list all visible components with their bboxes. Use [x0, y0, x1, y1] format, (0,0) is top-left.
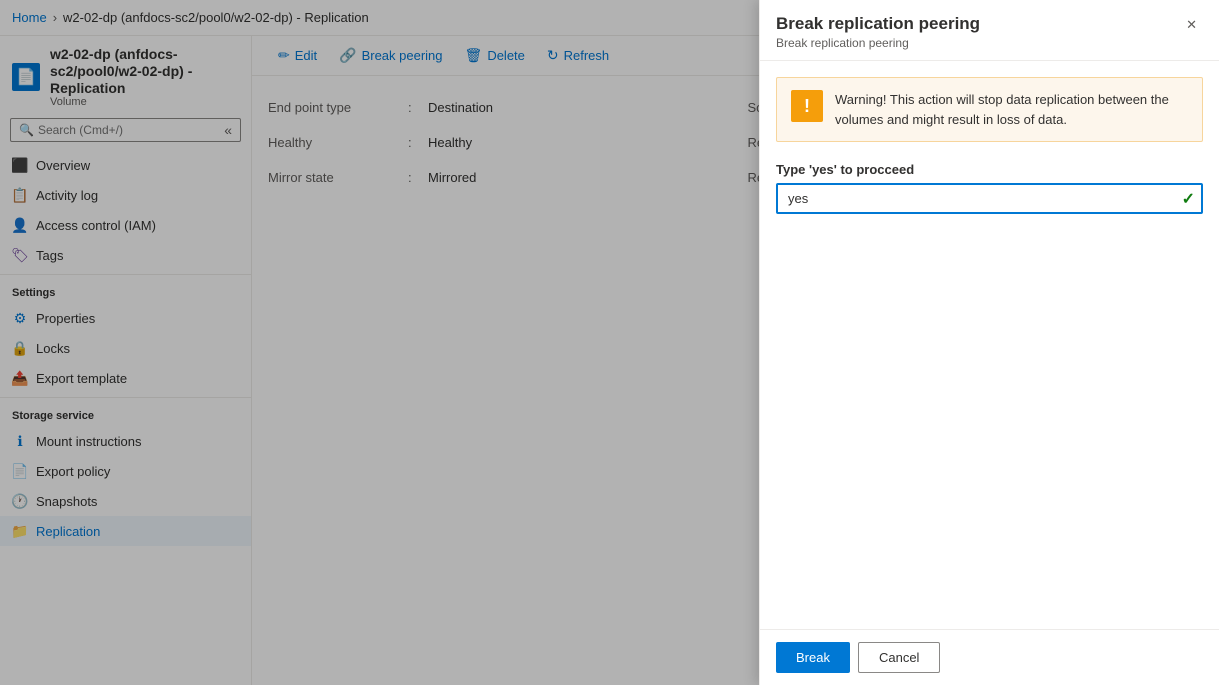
yes-field-wrapper: ✓	[776, 183, 1203, 214]
warning-box: ! Warning! This action will stop data re…	[776, 77, 1203, 142]
break-button[interactable]: Break	[776, 642, 850, 673]
warning-icon: !	[791, 90, 823, 122]
field-label: Type 'yes' to procceed	[776, 162, 1203, 177]
panel-title-area: Break replication peering Break replicat…	[776, 14, 980, 50]
close-icon: ✕	[1186, 17, 1197, 32]
panel-close-button[interactable]: ✕	[1180, 14, 1203, 36]
panel-subtitle: Break replication peering	[776, 36, 980, 50]
panel-body: ! Warning! This action will stop data re…	[760, 61, 1219, 629]
panel-footer: Break Cancel	[760, 629, 1219, 685]
cancel-button[interactable]: Cancel	[858, 642, 940, 673]
yes-input[interactable]	[776, 183, 1203, 214]
warning-text: Warning! This action will stop data repl…	[835, 90, 1188, 129]
panel-header: Break replication peering Break replicat…	[760, 0, 1219, 61]
checkmark-icon: ✓	[1182, 189, 1195, 209]
side-panel: Break replication peering Break replicat…	[759, 0, 1219, 685]
panel-title: Break replication peering	[776, 14, 980, 34]
